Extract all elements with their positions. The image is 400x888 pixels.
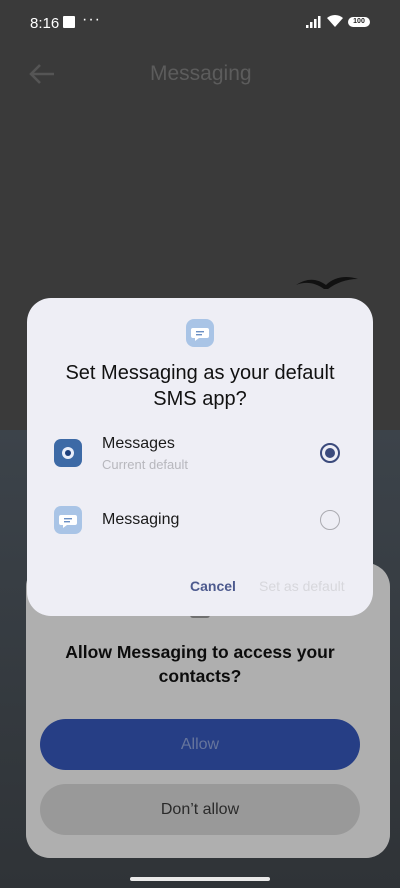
option-label: Messages <box>102 435 175 452</box>
chat-bubble-icon <box>186 319 214 347</box>
option-row-messaging[interactable]: Messaging <box>27 490 373 550</box>
notification-square-icon <box>63 16 75 28</box>
permission-title: Allow Messaging to access your contacts? <box>65 642 335 686</box>
option-row-messages[interactable]: Messages Current default <box>27 423 373 483</box>
radio-unselected[interactable] <box>320 510 340 530</box>
status-bar: 8:16 ··· 100 <box>0 0 400 44</box>
arrow-left-icon <box>28 62 56 86</box>
screen: Messaging 8:16 ··· 100 Allow Messaging t… <box>0 0 400 888</box>
dialog-title: Set Messaging as your default SMS app? <box>65 362 335 410</box>
option-sublabel: Current default <box>102 457 188 472</box>
status-more: ··· <box>82 11 101 28</box>
cancel-button[interactable]: Cancel <box>190 578 236 594</box>
bird-silhouette-icon <box>296 277 358 289</box>
battery-icon: 100 <box>348 17 370 27</box>
chat-bubble-icon <box>54 506 82 534</box>
home-indicator[interactable] <box>130 877 270 881</box>
radio-selected[interactable] <box>320 443 340 463</box>
messages-app-icon <box>54 439 82 467</box>
signal-icon <box>306 16 321 28</box>
option-label: Messaging <box>102 511 180 528</box>
allow-button[interactable]: Allow <box>40 719 360 770</box>
set-as-default-button[interactable]: Set as default <box>259 578 345 594</box>
wifi-icon <box>327 14 343 27</box>
dont-allow-button[interactable]: Don’t allow <box>40 784 360 835</box>
status-time: 8:16 <box>30 15 60 32</box>
background-app-bar: Messaging <box>0 44 400 104</box>
default-sms-dialog: Set Messaging as your default SMS app? M… <box>27 298 373 616</box>
background-app-title: Messaging <box>150 62 252 85</box>
